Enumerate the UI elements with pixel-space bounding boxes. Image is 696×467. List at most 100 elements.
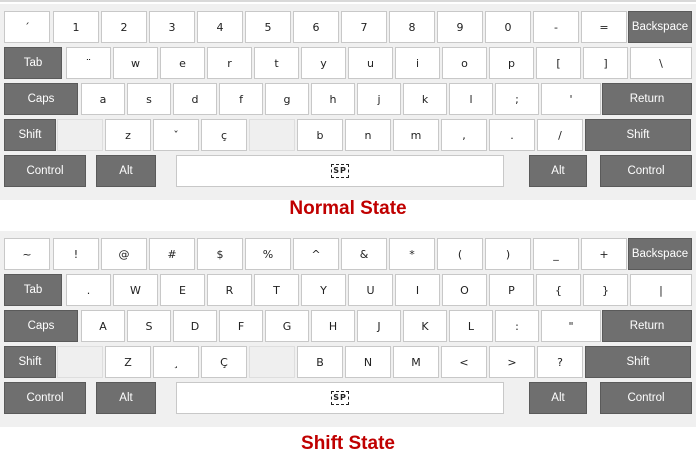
key-symbol[interactable]: ? <box>537 346 583 378</box>
key-symbol[interactable]: ^ <box>293 238 339 270</box>
key-return[interactable]: Return <box>602 310 692 342</box>
key-symbol[interactable]: ¸ <box>153 346 199 378</box>
key-caps[interactable]: Caps <box>4 83 78 115</box>
key-3[interactable]: 3 <box>149 11 195 43</box>
key-k[interactable]: K <box>403 310 447 342</box>
key-shift[interactable]: Shift <box>585 119 691 151</box>
key-s[interactable]: s <box>127 83 171 115</box>
key-blank[interactable] <box>249 346 295 378</box>
key-t[interactable]: T <box>254 274 299 306</box>
key-backspace[interactable]: Backspace <box>628 238 692 270</box>
key-r[interactable]: r <box>207 47 252 79</box>
key-control[interactable]: Control <box>600 382 692 414</box>
key-symbol[interactable]: ] <box>583 47 628 79</box>
key-5[interactable]: 5 <box>245 11 291 43</box>
key-d[interactable]: D <box>173 310 217 342</box>
key-symbol[interactable]: } <box>583 274 628 306</box>
key-symbol[interactable]: % <box>245 238 291 270</box>
key-symbol[interactable]: [ <box>536 47 581 79</box>
key-caps[interactable]: Caps <box>4 310 78 342</box>
key-symbol[interactable]: ' <box>541 83 601 115</box>
key-y[interactable]: y <box>301 47 346 79</box>
key-f[interactable]: f <box>219 83 263 115</box>
key-blank[interactable] <box>249 119 295 151</box>
key-spacebar[interactable]: SP <box>176 155 504 187</box>
key-symbol[interactable]: * <box>389 238 435 270</box>
key-g[interactable]: G <box>265 310 309 342</box>
key-h[interactable]: h <box>311 83 355 115</box>
key-b[interactable]: B <box>297 346 343 378</box>
key-z[interactable]: z <box>105 119 151 151</box>
key-j[interactable]: j <box>357 83 401 115</box>
key-f[interactable]: F <box>219 310 263 342</box>
key-n[interactable]: N <box>345 346 391 378</box>
key-backspace[interactable]: Backspace <box>628 11 692 43</box>
key-u[interactable]: u <box>348 47 393 79</box>
key-symbol[interactable]: . <box>489 119 535 151</box>
key-m[interactable]: m <box>393 119 439 151</box>
key-symbol[interactable]: . <box>66 274 111 306</box>
key-d[interactable]: d <box>173 83 217 115</box>
key-o[interactable]: o <box>442 47 487 79</box>
key-symbol[interactable]: _ <box>533 238 579 270</box>
key-9[interactable]: 9 <box>437 11 483 43</box>
key-symbol[interactable]: , <box>441 119 487 151</box>
key-6[interactable]: 6 <box>293 11 339 43</box>
key-symbol[interactable]: ! <box>53 238 99 270</box>
key-symbol[interactable]: ¨ <box>66 47 111 79</box>
key-symbol[interactable]: : <box>495 310 539 342</box>
key-symbol[interactable]: + <box>581 238 627 270</box>
key-tab[interactable]: Tab <box>4 274 62 306</box>
key-symbol[interactable]: ˇ <box>153 119 199 151</box>
key-shift[interactable]: Shift <box>4 119 56 151</box>
key-i[interactable]: I <box>395 274 440 306</box>
key-0[interactable]: 0 <box>485 11 531 43</box>
key-symbol[interactable]: ç <box>201 119 247 151</box>
key-control[interactable]: Control <box>600 155 692 187</box>
key-symbol[interactable]: $ <box>197 238 243 270</box>
key-s[interactable]: S <box>127 310 171 342</box>
key-w[interactable]: W <box>113 274 158 306</box>
key-symbol[interactable]: ( <box>437 238 483 270</box>
key-r[interactable]: R <box>207 274 252 306</box>
key-h[interactable]: H <box>311 310 355 342</box>
key-b[interactable]: b <box>297 119 343 151</box>
key-l[interactable]: l <box>449 83 493 115</box>
key-k[interactable]: k <box>403 83 447 115</box>
key-l[interactable]: L <box>449 310 493 342</box>
key-symbol[interactable]: | <box>630 274 692 306</box>
key-g[interactable]: g <box>265 83 309 115</box>
key-symbol[interactable]: = <box>581 11 627 43</box>
key-symbol[interactable]: - <box>533 11 579 43</box>
key-shift[interactable]: Shift <box>585 346 691 378</box>
key-4[interactable]: 4 <box>197 11 243 43</box>
key-a[interactable]: A <box>81 310 125 342</box>
key-o[interactable]: O <box>442 274 487 306</box>
key-symbol[interactable]: { <box>536 274 581 306</box>
key-a[interactable]: a <box>81 83 125 115</box>
key-p[interactable]: p <box>489 47 534 79</box>
key-w[interactable]: w <box>113 47 158 79</box>
key-i[interactable]: i <box>395 47 440 79</box>
key-alt[interactable]: Alt <box>96 155 156 187</box>
key-symbol[interactable]: ´ <box>4 11 50 43</box>
key-alt[interactable]: Alt <box>529 155 587 187</box>
key-u[interactable]: U <box>348 274 393 306</box>
key-control[interactable]: Control <box>4 382 86 414</box>
key-blank[interactable] <box>57 346 103 378</box>
key-m[interactable]: M <box>393 346 439 378</box>
key-p[interactable]: P <box>489 274 534 306</box>
key-blank[interactable] <box>57 119 103 151</box>
key-e[interactable]: e <box>160 47 205 79</box>
key-return[interactable]: Return <box>602 83 692 115</box>
key-spacebar[interactable]: SP <box>176 382 504 414</box>
key-alt[interactable]: Alt <box>96 382 156 414</box>
key-symbol[interactable]: # <box>149 238 195 270</box>
key-y[interactable]: Y <box>301 274 346 306</box>
key-z[interactable]: Z <box>105 346 151 378</box>
key-t[interactable]: t <box>254 47 299 79</box>
key-symbol[interactable]: Ç <box>201 346 247 378</box>
key-symbol[interactable]: / <box>537 119 583 151</box>
key-symbol[interactable]: \ <box>630 47 692 79</box>
key-alt[interactable]: Alt <box>529 382 587 414</box>
